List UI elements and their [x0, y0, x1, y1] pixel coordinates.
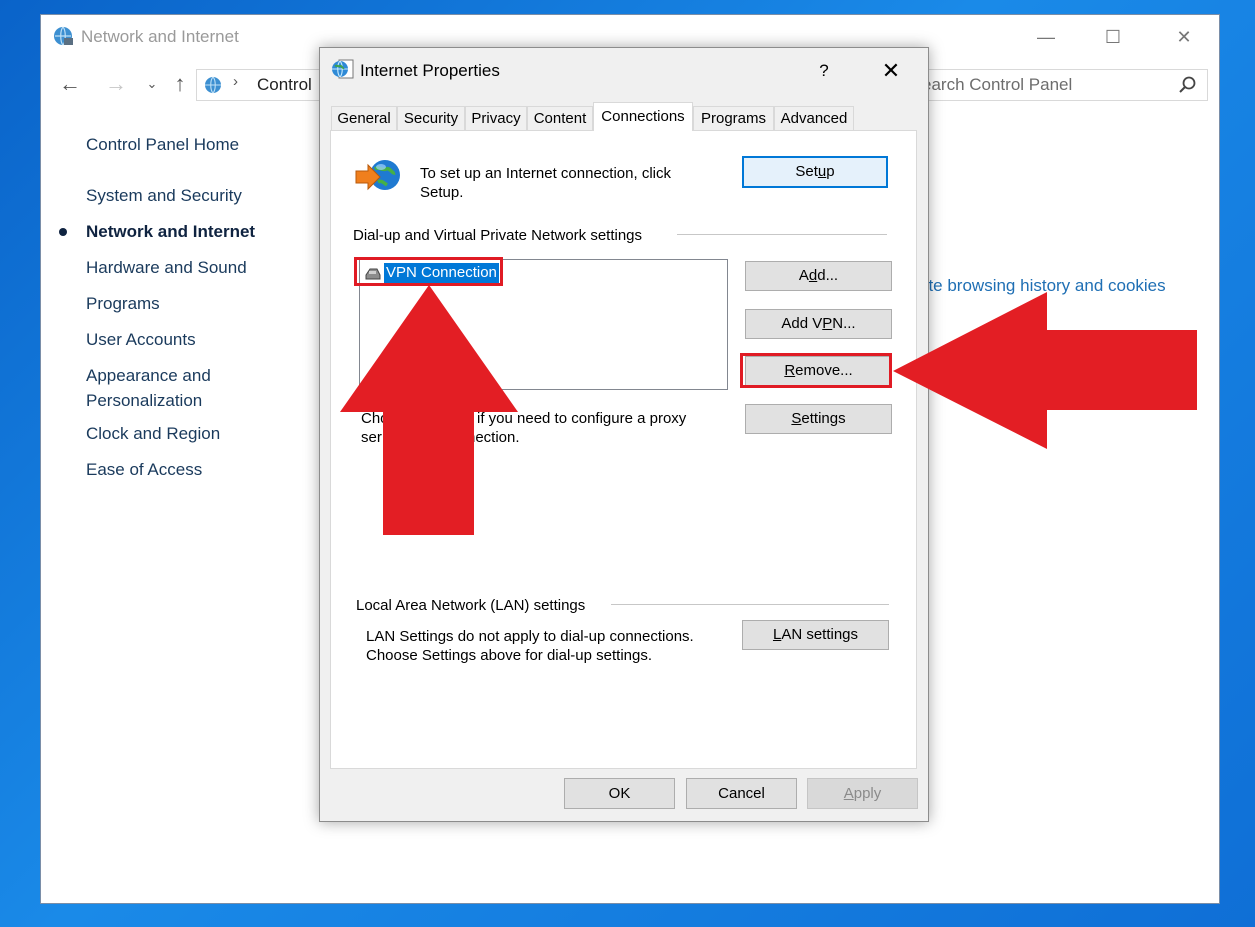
tab-security[interactable]: Security [397, 106, 465, 130]
remove-button[interactable]: Remove... [745, 356, 892, 386]
delete-browsing-history-link[interactable]: ete browsing history and cookies [919, 276, 1166, 296]
setup-button-label-rest: p [826, 163, 835, 180]
tab-advanced[interactable]: Advanced [774, 106, 854, 130]
remove-button-label-rest: emove... [795, 362, 853, 379]
remove-button-mnemonic: R [784, 362, 796, 379]
recent-locations-chevron-icon[interactable]: ⌄ [139, 71, 165, 97]
sidebar-item-ease-of-access[interactable]: Ease of Access [86, 460, 202, 480]
sidebar-item-hardware-and-sound[interactable]: Hardware and Sound [86, 258, 247, 278]
sidebar-item-user-accounts[interactable]: User Accounts [86, 330, 196, 350]
lan-text-line-1: LAN Settings do not apply to dial-up con… [366, 628, 694, 645]
search-placeholder: earch Control Panel [922, 75, 1073, 94]
up-arrow-icon[interactable]: ↑ [167, 71, 193, 97]
apply-button[interactable]: Apply [807, 778, 918, 809]
add-button[interactable]: Add... [745, 261, 892, 291]
vpn-connection-icon [365, 268, 381, 280]
add-vpn-button-mnemonic: P [822, 315, 833, 332]
lan-settings-button[interactable]: LAN settings [742, 620, 889, 650]
lan-text-line-2: Choose Settings above for dial-up settin… [366, 647, 653, 664]
proxy-text-line-2-start: ser [361, 429, 382, 446]
network-globe-icon [54, 26, 73, 46]
sidebar-item-personalization[interactable]: Personalization [86, 391, 202, 411]
proxy-text-line-2-end: nection. [467, 429, 520, 446]
connections-list[interactable]: VPN Connection [359, 259, 728, 390]
add-vpn-button-label-rest: N... [832, 315, 856, 332]
window-title: Network and Internet [81, 27, 239, 46]
search-icon[interactable] [1177, 75, 1197, 95]
dialup-vpn-heading: Dial-up and Virtual Private Network sett… [353, 227, 643, 244]
settings-button-label-rest: ettings [801, 410, 846, 427]
sidebar-item-programs[interactable]: Programs [86, 294, 160, 314]
dialog-title: Internet Properties [360, 61, 500, 80]
setup-button-mnemonic: u [817, 163, 827, 180]
help-button[interactable]: ? [810, 58, 838, 84]
lan-heading: Local Area Network (LAN) settings [356, 597, 586, 614]
group-divider [677, 234, 887, 235]
sidebar-item-system-and-security[interactable]: System and Security [86, 186, 242, 206]
minimize-button[interactable]: — [1023, 21, 1069, 53]
add-vpn-button[interactable]: Add VPN... [745, 309, 892, 339]
connections-panel: To set up an Internet connection, click … [330, 130, 917, 769]
maximize-button[interactable]: ☐ [1090, 21, 1136, 53]
setup-globe-arrow-icon [355, 160, 400, 191]
ok-button[interactable]: OK [564, 778, 675, 809]
settings-button-mnemonic: S [791, 410, 802, 427]
add-button-label: A [798, 267, 809, 284]
proxy-text-line-1-start: Cho [361, 410, 389, 427]
add-vpn-button-label: Add V [781, 315, 823, 332]
breadcrumb-chevron-icon: › [233, 73, 238, 90]
tab-programs[interactable]: Programs [693, 106, 774, 130]
tab-general[interactable]: General [331, 106, 397, 130]
breadcrumb[interactable]: Control [257, 75, 312, 95]
dialog-close-button[interactable]: ✕ [875, 56, 907, 86]
proxy-text-line-1-end: if you need to configure a proxy [477, 410, 687, 427]
sidebar-item-control-panel-home[interactable]: Control Panel Home [86, 135, 239, 155]
sidebar-item-appearance[interactable]: Appearance and [86, 366, 211, 386]
apply-button-label-rest: pply [853, 785, 882, 802]
setup-button[interactable]: Setup [742, 156, 888, 188]
sidebar-item-clock-and-region[interactable]: Clock and Region [86, 424, 220, 444]
active-bullet-icon [59, 228, 67, 236]
close-button[interactable]: ✕ [1161, 21, 1207, 53]
network-globe-icon [205, 76, 221, 94]
address-bar[interactable]: › Control [196, 69, 327, 101]
internet-properties-dialog: Internet Properties ? ✕ General Security… [319, 47, 929, 822]
setup-button-label: Set [795, 163, 818, 180]
internet-options-globe-icon [332, 59, 354, 79]
settings-button[interactable]: Settings [745, 404, 892, 434]
sidebar-item-network-and-internet[interactable]: Network and Internet [86, 222, 255, 242]
apply-button-mnemonic: A [843, 785, 854, 802]
tab-content[interactable]: Content [527, 106, 593, 130]
tab-connections[interactable]: Connections [593, 102, 693, 131]
add-button-label-rest: d... [817, 267, 839, 284]
setup-instruction-line-2: Setup. [420, 184, 464, 201]
search-input[interactable]: earch Control Panel [881, 69, 1208, 101]
tab-privacy[interactable]: Privacy [465, 106, 527, 130]
lan-settings-label-rest: AN settings [781, 626, 859, 643]
cancel-button[interactable]: Cancel [686, 778, 797, 809]
vpn-connection-label: VPN Connection [384, 263, 499, 283]
forward-arrow-icon[interactable]: → [103, 71, 129, 97]
add-button-mnemonic: d [808, 267, 818, 284]
setup-instruction-line-1: To set up an Internet connection, click [420, 165, 671, 182]
back-arrow-icon[interactable]: ← [57, 71, 83, 97]
group-divider [611, 604, 889, 605]
